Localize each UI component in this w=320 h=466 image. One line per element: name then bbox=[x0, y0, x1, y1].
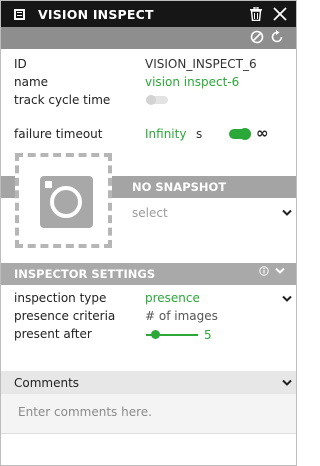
section-title: INSPECTOR SETTINGS bbox=[14, 267, 156, 281]
id-value: VISION_INSPECT_6 bbox=[145, 57, 257, 71]
vision-inspect-panel: VISION INSPECT ID VISION_INSPECT_6 name … bbox=[0, 0, 297, 466]
slider-handle[interactable] bbox=[151, 330, 160, 339]
inspection-type-label: inspection type bbox=[14, 291, 107, 305]
track-cycle-time-label: track cycle time bbox=[14, 93, 111, 107]
snapshot-select[interactable]: select bbox=[132, 206, 168, 220]
present-after-slider[interactable] bbox=[146, 330, 198, 339]
chevron-down-icon[interactable] bbox=[275, 267, 285, 278]
trash-icon[interactable] bbox=[248, 5, 264, 23]
inspection-type-value[interactable]: presence bbox=[145, 291, 200, 305]
comments-title: Comments bbox=[14, 376, 80, 390]
disable-icon[interactable] bbox=[250, 30, 264, 47]
comments-header[interactable]: Comments bbox=[1, 371, 296, 394]
failure-timeout-value[interactable]: Infinity bbox=[145, 127, 186, 141]
camera-icon bbox=[40, 176, 93, 228]
infinity-icon: ∞ bbox=[256, 124, 269, 142]
present-after-value: 5 bbox=[204, 328, 212, 342]
toolbar bbox=[1, 27, 296, 49]
panel-title: VISION INSPECT bbox=[38, 6, 154, 22]
chevron-down-icon[interactable] bbox=[282, 207, 292, 220]
info-icon[interactable] bbox=[259, 266, 269, 279]
inspector-settings-header[interactable]: INSPECTOR SETTINGS bbox=[1, 263, 296, 285]
failure-timeout-label: failure timeout bbox=[14, 127, 103, 141]
comments-input[interactable]: Enter comments here. bbox=[1, 394, 296, 434]
chevron-down-icon[interactable] bbox=[282, 293, 292, 306]
track-cycle-time-toggle[interactable] bbox=[146, 95, 168, 105]
name-value[interactable]: vision inspect-6 bbox=[145, 75, 239, 89]
reset-icon[interactable] bbox=[270, 30, 284, 47]
close-icon[interactable] bbox=[272, 5, 288, 23]
title-bar: VISION INSPECT bbox=[1, 1, 296, 27]
comments-placeholder: Enter comments here. bbox=[18, 405, 152, 419]
snapshot-drop-area[interactable] bbox=[15, 153, 112, 248]
name-label: name bbox=[14, 75, 49, 89]
snapshot-status: NO SNAPSHOT bbox=[132, 180, 227, 194]
id-label: ID bbox=[14, 57, 27, 71]
infinity-toggle[interactable] bbox=[229, 128, 251, 140]
chevron-down-icon[interactable] bbox=[282, 377, 292, 390]
presence-criteria-label: presence criteria bbox=[14, 309, 116, 323]
failure-timeout-unit: s bbox=[196, 127, 203, 141]
presence-criteria-value[interactable]: # of images bbox=[145, 309, 218, 323]
present-after-label: present after bbox=[14, 327, 92, 341]
node-icon bbox=[14, 8, 25, 20]
